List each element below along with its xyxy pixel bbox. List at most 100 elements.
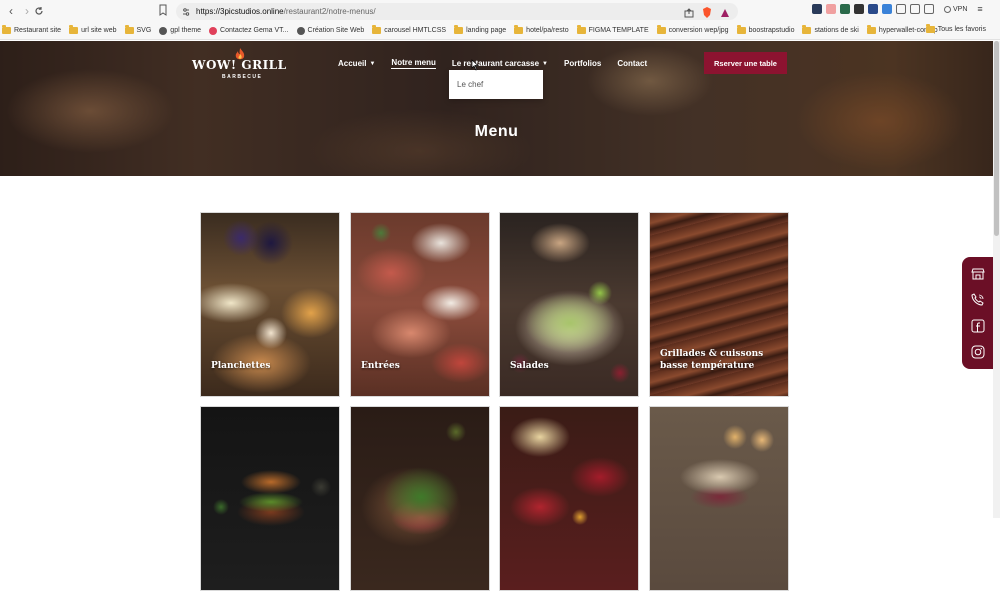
- nav-item-contact[interactable]: Contact: [617, 59, 647, 68]
- bookmark-item[interactable]: boostrapstudio: [736, 25, 795, 34]
- bookmark-label: Création Site Web: [307, 27, 365, 34]
- page-title: Menu: [474, 123, 519, 140]
- phone-icon[interactable]: [970, 292, 986, 308]
- instagram-icon[interactable]: [970, 344, 986, 360]
- card-label: Entrées: [361, 361, 400, 371]
- extension-icon[interactable]: [854, 4, 864, 14]
- menu-card-plats[interactable]: [499, 406, 639, 591]
- url-host: https://3picstudios.online: [196, 7, 284, 16]
- caret-down-icon: ▼: [542, 60, 548, 67]
- card-label: Planchettes: [211, 361, 271, 371]
- sidebar-icon[interactable]: [910, 4, 920, 14]
- folder-icon: [372, 25, 382, 34]
- site-icon: [159, 26, 168, 35]
- menu-card-desserts[interactable]: [649, 406, 789, 591]
- menu-card-salades[interactable]: Salades: [499, 212, 639, 397]
- nav-label: Accueil: [338, 59, 367, 68]
- menu-card-planchettes[interactable]: Planchettes: [200, 212, 340, 397]
- bookmark-label: gpl theme: [170, 27, 202, 34]
- all-bookmarks[interactable]: Tous les favoris: [925, 24, 986, 33]
- folder-icon: [514, 25, 524, 34]
- folder-icon: [736, 25, 746, 34]
- bookmark-label: hotel/pa/resto: [526, 27, 569, 34]
- bookmark-item[interactable]: gpl theme: [159, 26, 202, 35]
- bookmark-label: stations de ski: [814, 27, 859, 34]
- menu-card-tartare[interactable]: [350, 406, 490, 591]
- folder-icon: [925, 24, 935, 33]
- dropdown-menu: Le chef: [449, 70, 543, 99]
- extension-icon[interactable]: [868, 4, 878, 14]
- bookmark-item[interactable]: url site web: [69, 25, 117, 34]
- bookmark-item[interactable]: Restaurant site: [2, 25, 62, 34]
- bookmark-label: Contactez Gema VT...: [220, 27, 289, 34]
- bookmark-label: carousel HMTLCSS: [384, 27, 447, 34]
- bookmark-label: FIGMA TEMPLATE: [588, 27, 649, 34]
- bookmark-item[interactable]: SVG: [124, 25, 152, 34]
- bookmark-label: SVG: [136, 27, 152, 34]
- bookmark-label: landing page: [466, 27, 507, 34]
- menu-card-burger[interactable]: [200, 406, 340, 591]
- page-scrollbar[interactable]: [993, 41, 1000, 518]
- bookmark-item[interactable]: hotel/pa/resto: [514, 25, 569, 34]
- card-label: Salades: [510, 361, 549, 371]
- bookmark-item[interactable]: Contactez Gema VT...: [209, 26, 289, 35]
- main-nav: Accueil ▼ Notre menu Le restaurant carcas…: [338, 58, 663, 69]
- reload-icon[interactable]: [30, 2, 48, 20]
- brave-rewards-icon[interactable]: [720, 5, 730, 23]
- site-icon: [296, 26, 305, 35]
- bookmark-item[interactable]: carousel HMTLCSS: [372, 25, 447, 34]
- extension-icon[interactable]: [840, 4, 850, 14]
- url-path: /restaurant2/notre-menus/: [283, 7, 376, 16]
- facebook-icon[interactable]: [970, 318, 986, 334]
- store-icon[interactable]: [970, 266, 986, 282]
- bookmark-item[interactable]: FIGMA TEMPLATE: [576, 25, 649, 34]
- bookmark-item[interactable]: landing page: [454, 25, 507, 34]
- nav-label: Notre menu: [391, 58, 436, 67]
- vpn-button[interactable]: VPN: [944, 5, 968, 13]
- folder-icon: [69, 25, 79, 34]
- menu-card-grillades[interactable]: Grillades & cuissons basse température: [649, 212, 789, 397]
- wallet-icon[interactable]: [924, 4, 934, 14]
- site-logo[interactable]: WOW! GRILL BARBECUE: [192, 48, 294, 83]
- browser-toolbar: ‹ › https://3picstudios.online/restauran…: [0, 0, 1000, 22]
- hero-banner: WOW! GRILL BARBECUE Accueil ▼ Notre menu …: [0, 41, 993, 176]
- bookmark-item[interactable]: conversion wep/jpg: [656, 25, 729, 34]
- extension-icon[interactable]: [882, 4, 892, 14]
- address-bar[interactable]: https://3picstudios.online/restaurant2/n…: [176, 3, 738, 20]
- folder-icon: [866, 25, 876, 34]
- folder-icon: [124, 25, 134, 34]
- url-text: https://3picstudios.online/restaurant2/n…: [196, 7, 376, 16]
- bookmark-label: Restaurant site: [14, 27, 62, 34]
- bookmark-icon[interactable]: [156, 3, 170, 17]
- site-settings-icon[interactable]: [180, 6, 192, 18]
- extensions-puzzle-icon[interactable]: [896, 4, 906, 14]
- nav-item-notre-menu[interactable]: Notre menu: [391, 58, 436, 69]
- card-label: Grillades & cuissons basse température: [660, 349, 764, 371]
- bookmarks-bar: Restaurant site url site web SVG gpl theme C…: [0, 22, 1000, 40]
- share-icon[interactable]: [684, 5, 694, 23]
- scroll-thumb[interactable]: [994, 41, 999, 236]
- nav-item-portfolios[interactable]: Portfolios: [564, 59, 601, 68]
- folder-icon: [576, 25, 586, 34]
- bookmark-item[interactable]: Création Site Web: [296, 26, 365, 35]
- extension-icon[interactable]: [826, 4, 836, 14]
- bookmark-item[interactable]: stations de ski: [802, 25, 859, 34]
- bookmark-label: boostrapstudio: [748, 27, 795, 34]
- extension-icon[interactable]: [812, 4, 822, 14]
- logo-text: WOW! GRILL: [192, 58, 287, 72]
- logo-subtitle: BARBECUE: [222, 74, 263, 80]
- vpn-label: VPN: [953, 5, 968, 13]
- nav-item-accueil[interactable]: Accueil ▼: [338, 59, 375, 68]
- nav-label: Contact: [617, 59, 648, 68]
- menu-card-entrees[interactable]: Entrées: [350, 212, 490, 397]
- dropdown-item-le-chef[interactable]: Le chef: [457, 80, 483, 89]
- nav-label: Le restaurant carcasse: [451, 59, 540, 68]
- site-icon: [209, 26, 218, 35]
- menu-icon[interactable]: ≡: [977, 4, 982, 14]
- reserve-table-button[interactable]: Rserver une table: [704, 52, 787, 74]
- vpn-icon: [944, 5, 951, 13]
- nav-item-le-restaurant[interactable]: Le restaurant carcasse ▼: [452, 59, 548, 68]
- brave-shield-icon[interactable]: [702, 5, 712, 23]
- caret-down-icon: ▼: [369, 60, 376, 67]
- folder-icon: [454, 25, 464, 34]
